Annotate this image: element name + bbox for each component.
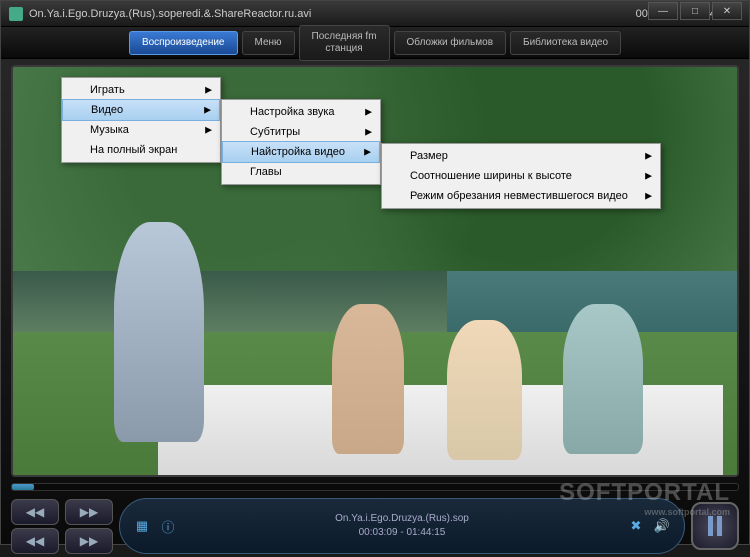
next-track-button[interactable]: ▶▶	[65, 499, 113, 525]
volume-icon[interactable]: 🔊	[654, 518, 670, 534]
rewind-icon: ◀◀	[26, 534, 44, 548]
chevron-right-icon: ▶	[204, 105, 211, 116]
menu-item-video[interactable]: Видео ▶	[62, 99, 220, 121]
settings-icon[interactable]: ✖	[628, 518, 644, 534]
info-panel: ▦ ⓘ On.Ya.i.Ego.Druzya.(Rus).sop 00:03:0…	[119, 498, 685, 554]
player-window: On.Ya.i.Ego.Druzya.(Rus).soperedi.&.Shar…	[0, 0, 750, 545]
menu-item-subtitles[interactable]: Субтитры ▶	[222, 122, 380, 142]
menu-label: Играть	[90, 84, 125, 96]
menu-item-audio-settings[interactable]: Настройка звука ▶	[222, 102, 380, 122]
menu-item-music[interactable]: Музыка ▶	[62, 120, 220, 140]
chevron-right-icon: ▶	[205, 85, 212, 96]
tab-library[interactable]: Библиотека видео	[510, 31, 621, 55]
minimize-button[interactable]: —	[648, 2, 678, 20]
menu-label: Найстройка видео	[251, 146, 345, 158]
skip-back-icon: ◀◀	[26, 505, 44, 519]
menu-label: Соотношение ширины к высоте	[410, 170, 572, 182]
chevron-right-icon: ▶	[645, 151, 652, 162]
chevron-right-icon: ▶	[364, 147, 371, 158]
menu-label: Размер	[410, 150, 448, 162]
menu-label: Главы	[250, 166, 282, 178]
seek-progress	[12, 484, 34, 490]
play-pause-button[interactable]	[691, 502, 739, 550]
fast-forward-button[interactable]: ▶▶	[65, 528, 113, 554]
seek-bar[interactable]	[11, 483, 739, 491]
chevron-right-icon: ▶	[205, 125, 212, 136]
chevron-right-icon: ▶	[645, 191, 652, 202]
video-viewport[interactable]: Играть ▶ Видео ▶ Музыка ▶ На полный экран Н…	[11, 65, 739, 477]
context-menu-level2: Настройка звука ▶ Субтитры ▶ Найстройка ви…	[221, 99, 381, 185]
pause-icon	[708, 516, 722, 536]
playlist-icon[interactable]: ▦	[134, 518, 150, 534]
menu-item-chapters[interactable]: Главы	[222, 162, 380, 182]
menu-item-video-settings[interactable]: Найстройка видео ▶	[222, 141, 380, 163]
menu-label: Субтитры	[250, 126, 300, 138]
maximize-button[interactable]: □	[680, 2, 710, 20]
menu-item-aspect-ratio[interactable]: Соотношение ширины к высоте ▶	[382, 166, 660, 186]
menu-label: На полный экран	[90, 144, 177, 156]
menu-item-size[interactable]: Размер ▶	[382, 146, 660, 166]
prev-track-button[interactable]: ◀◀	[11, 499, 59, 525]
panel-time: 00:03:09 - 01:44:15	[186, 526, 618, 540]
context-menu-level3: Размер ▶ Соотношение ширины к высоте ▶ Реж…	[381, 143, 661, 209]
skip-forward-icon: ▶▶	[80, 505, 98, 519]
titlebar: On.Ya.i.Ego.Druzya.(Rus).soperedi.&.Shar…	[1, 1, 749, 27]
menu-item-play[interactable]: Играть ▶	[62, 80, 220, 100]
panel-filename: On.Ya.i.Ego.Druzya.(Rus).sop	[186, 512, 618, 526]
menu-label: Настройка звука	[250, 106, 335, 118]
app-icon	[9, 7, 23, 21]
tab-menu[interactable]: Меню	[242, 31, 295, 55]
fast-forward-icon: ▶▶	[80, 534, 98, 548]
info-icon[interactable]: ⓘ	[160, 518, 176, 534]
context-menu-level1: Играть ▶ Видео ▶ Музыка ▶ На полный экран	[61, 77, 221, 163]
rewind-button[interactable]: ◀◀	[11, 528, 59, 554]
tab-covers[interactable]: Обложки фильмов	[394, 31, 507, 55]
menu-label: Видео	[91, 104, 123, 116]
menu-item-fullscreen[interactable]: На полный экран	[62, 140, 220, 160]
title-filename: On.Ya.i.Ego.Druzya.(Rus).soperedi.&.Shar…	[29, 8, 626, 20]
chevron-right-icon: ▶	[645, 171, 652, 182]
tab-fm-station[interactable]: Последняя fm станция	[299, 25, 390, 61]
menu-item-crop-mode[interactable]: Режим обрезания невместившегося видео ▶	[382, 186, 660, 206]
control-bar: ◀◀ ◀◀ ▶▶ ▶▶ ▦ ⓘ On.Ya.i.Ego.Druzya.(Rus)…	[11, 495, 739, 557]
tab-playback[interactable]: Воспроизведение	[129, 31, 238, 55]
chevron-right-icon: ▶	[365, 127, 372, 138]
menu-label: Режим обрезания невместившегося видео	[410, 190, 628, 202]
menu-label: Музыка	[90, 124, 129, 136]
chevron-right-icon: ▶	[365, 107, 372, 118]
panel-text: On.Ya.i.Ego.Druzya.(Rus).sop 00:03:09 - …	[186, 512, 618, 540]
close-button[interactable]: ✕	[712, 2, 742, 20]
tab-bar: Воспроизведение Меню Последняя fm станци…	[1, 27, 749, 59]
